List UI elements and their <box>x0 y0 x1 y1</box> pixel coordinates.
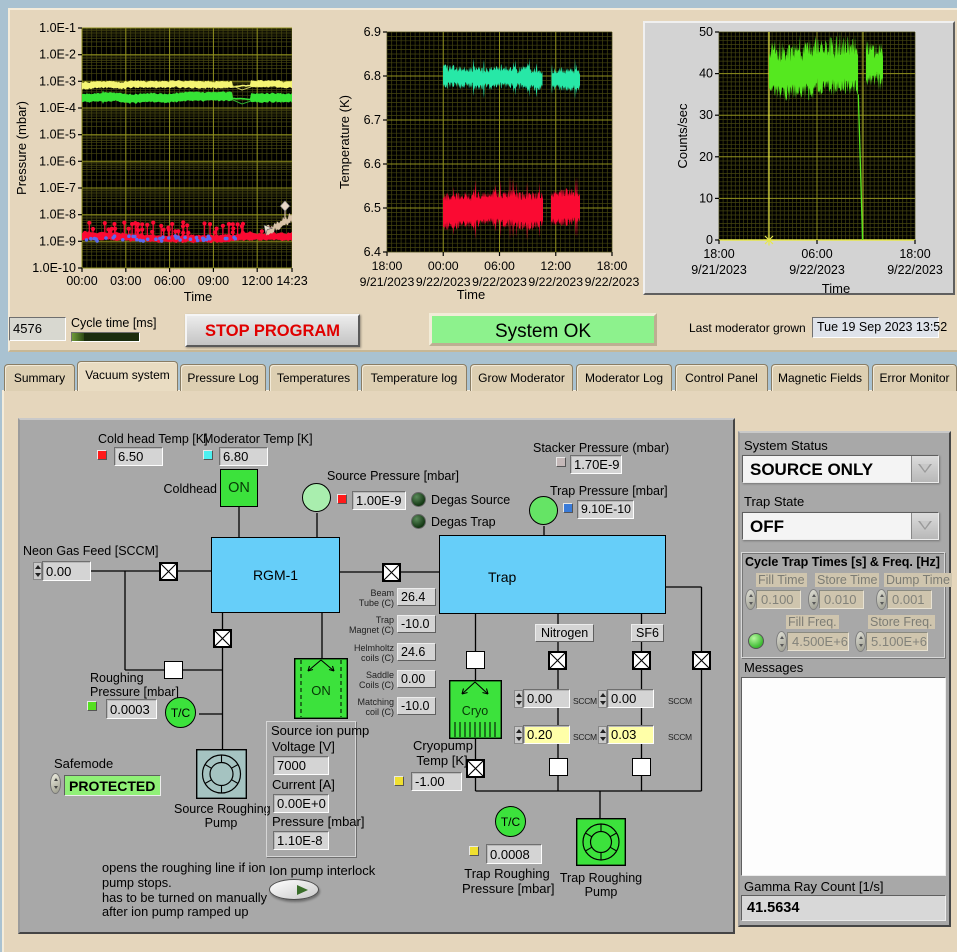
svg-text:40: 40 <box>699 67 713 81</box>
svg-text:Pressure (mbar): Pressure (mbar) <box>14 101 29 195</box>
svg-text:6.7: 6.7 <box>364 113 381 127</box>
svg-text:1.0E-7: 1.0E-7 <box>39 181 76 195</box>
svg-text:18:00: 18:00 <box>372 259 403 273</box>
svg-text:1.0E-1: 1.0E-1 <box>39 21 76 35</box>
svg-text:0: 0 <box>706 233 713 247</box>
svg-text:Temperature (K): Temperature (K) <box>337 95 352 189</box>
svg-text:Counts/sec: Counts/sec <box>675 103 690 169</box>
svg-text:1.0E-10: 1.0E-10 <box>32 261 76 275</box>
svg-text:18:00: 18:00 <box>597 259 628 273</box>
svg-text:1.0E-8: 1.0E-8 <box>39 208 76 222</box>
svg-text:1.0E-2: 1.0E-2 <box>39 48 76 62</box>
svg-text:18:00: 18:00 <box>899 247 930 261</box>
svg-text:6.4: 6.4 <box>364 245 381 259</box>
svg-text:9/22/2023: 9/22/2023 <box>887 263 943 277</box>
svg-text:10: 10 <box>699 191 713 205</box>
svg-text:9/22/2023: 9/22/2023 <box>585 275 640 289</box>
svg-text:6.5: 6.5 <box>364 201 381 215</box>
svg-text:6.8: 6.8 <box>364 69 381 83</box>
svg-text:12:00: 12:00 <box>540 259 571 273</box>
svg-text:06:00: 06:00 <box>484 259 515 273</box>
svg-text:6.6: 6.6 <box>364 157 381 171</box>
svg-text:03:00: 03:00 <box>110 274 141 288</box>
svg-text:06:00: 06:00 <box>801 247 832 261</box>
svg-text:18:00: 18:00 <box>703 247 734 261</box>
svg-text:1.0E-3: 1.0E-3 <box>39 74 76 88</box>
svg-text:30: 30 <box>699 108 713 122</box>
svg-text:14:23: 14:23 <box>276 274 307 288</box>
svg-text:Cryo: Cryo <box>462 704 488 718</box>
svg-text:1.0E-6: 1.0E-6 <box>39 154 76 168</box>
svg-text:Time: Time <box>184 289 212 304</box>
svg-text:1.0E-4: 1.0E-4 <box>39 101 76 115</box>
svg-text:9/22/2023: 9/22/2023 <box>789 263 845 277</box>
svg-text:00:00: 00:00 <box>428 259 459 273</box>
svg-text:20: 20 <box>699 150 713 164</box>
svg-text:00:00: 00:00 <box>66 274 97 288</box>
svg-text:9/21/2023: 9/21/2023 <box>360 275 415 289</box>
svg-text:12:00: 12:00 <box>242 274 273 288</box>
svg-text:1.0E-5: 1.0E-5 <box>39 128 76 142</box>
svg-text:Time: Time <box>822 281 850 295</box>
svg-text:09:00: 09:00 <box>198 274 229 288</box>
svg-text:Time: Time <box>457 287 485 302</box>
svg-text:1.0E-9: 1.0E-9 <box>39 234 76 248</box>
svg-text:50: 50 <box>699 25 713 39</box>
svg-text:9/22/2023: 9/22/2023 <box>528 275 583 289</box>
svg-text:06:00: 06:00 <box>154 274 185 288</box>
svg-text:ON: ON <box>311 683 331 698</box>
svg-text:9/21/2023: 9/21/2023 <box>691 263 747 277</box>
svg-text:6.9: 6.9 <box>364 25 381 39</box>
